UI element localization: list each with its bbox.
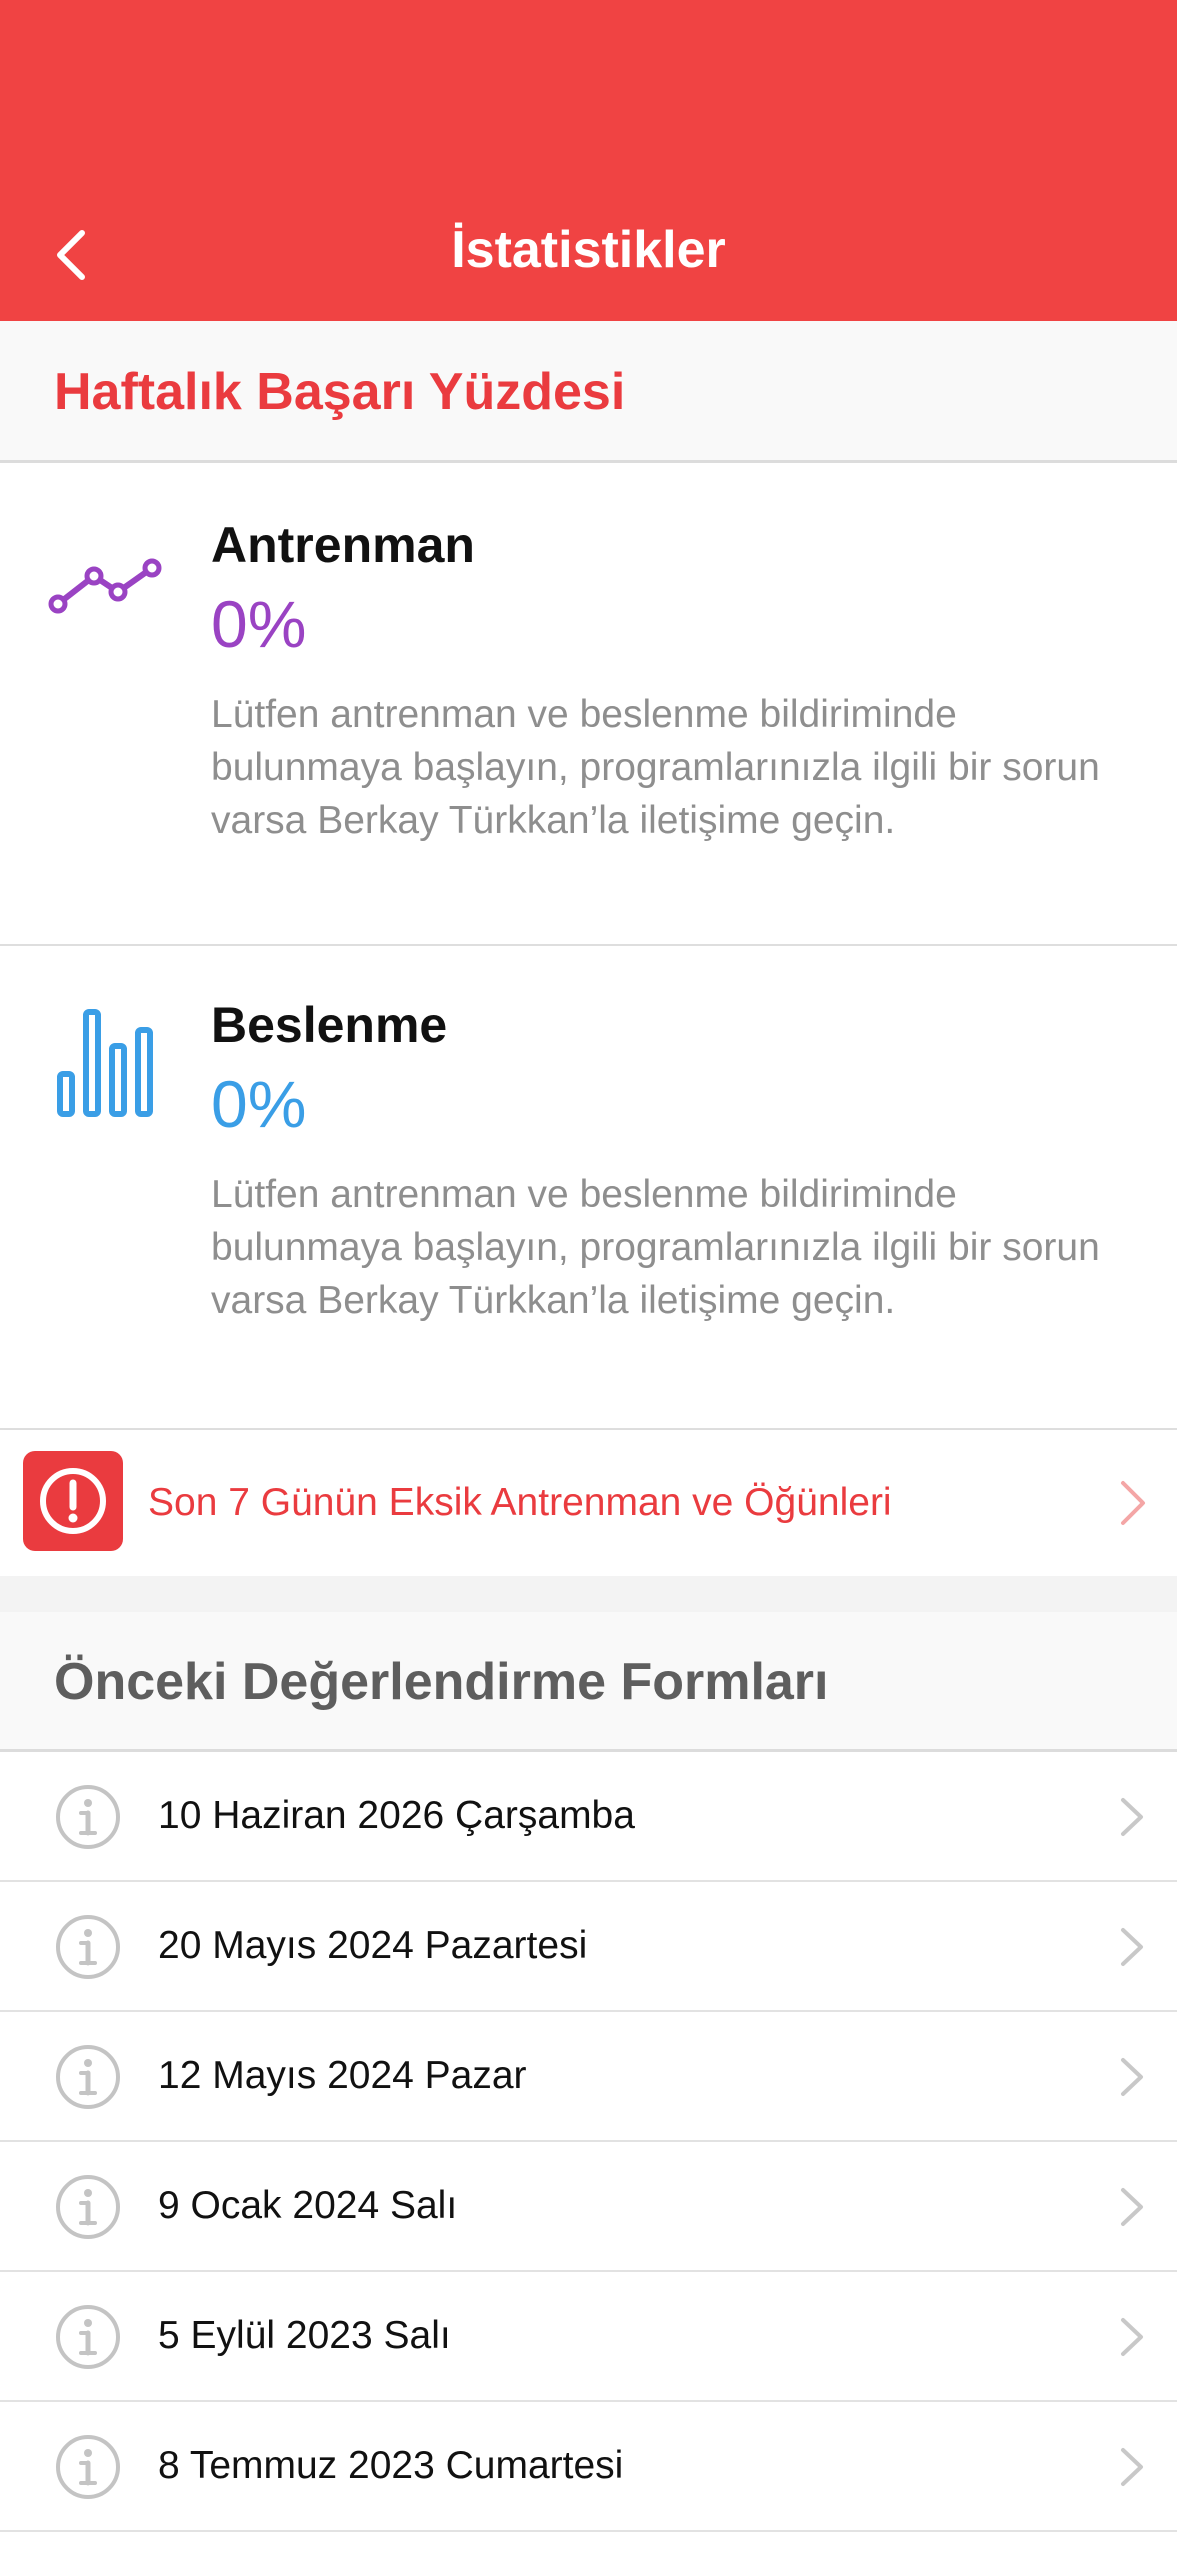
form-date: 12 Mayıs 2024 Pazar <box>158 2054 527 2097</box>
exclamation-icon <box>40 1468 106 1534</box>
chevron-right-icon <box>1121 2058 1143 2096</box>
missing-training-meals-label: Son 7 Günün Eksik Antrenman ve Öğünleri <box>148 1481 892 1524</box>
section-gap <box>0 1576 1177 1612</box>
previous-forms-header: Önceki Değerlendirme Formları <box>0 1612 1177 1752</box>
form-row[interactable]: 20 Mayıs 2024 Pazartesi <box>0 1882 1177 2012</box>
nutrition-description: Lütfen antrenman ve beslenme bildirimind… <box>211 1173 1100 1322</box>
info-icon <box>56 2045 120 2109</box>
form-row[interactable]: 12 Mayıs 2024 Pazar <box>0 2012 1177 2142</box>
alert-badge <box>23 1451 123 1551</box>
form-date: 20 Mayıs 2024 Pazartesi <box>158 1924 588 1967</box>
form-date: 9 Ocak 2024 Salı <box>158 2184 458 2227</box>
form-row[interactable]: 8 Temmuz 2023 Cumartesi <box>0 2402 1177 2532</box>
bar-chart-icon <box>57 1009 153 1117</box>
form-date: 10 Haziran 2026 Çarşamba <box>158 1794 635 1837</box>
chevron-right-icon <box>1121 2188 1143 2226</box>
form-date: 5 Eylül 2023 Salı <box>158 2314 451 2357</box>
line-chart-icon <box>48 558 162 614</box>
app-header: İstatistikler <box>0 0 1177 321</box>
info-icon <box>56 2305 120 2369</box>
nutrition-percent: 0% <box>211 1067 307 1141</box>
weekly-success-header: Haftalık Başarı Yüzdesi <box>0 321 1177 463</box>
training-description: Lütfen antrenman ve beslenme bildirimind… <box>211 693 1100 842</box>
page-title: İstatistikler <box>451 221 726 279</box>
missing-training-meals-row[interactable]: Son 7 Günün Eksik Antrenman ve Öğünleri <box>0 1430 1177 1576</box>
chevron-right-icon <box>1121 1928 1143 1966</box>
chevron-right-icon <box>1121 2448 1143 2486</box>
chevron-right-icon <box>1121 2318 1143 2356</box>
training-label: Antrenman <box>211 517 475 573</box>
form-date: 8 Temmuz 2023 Cumartesi <box>158 2444 624 2487</box>
nutrition-stat: Beslenme 0% Lütfen antrenman ve beslenme… <box>0 946 1177 1428</box>
chevron-right-icon <box>1121 1481 1145 1525</box>
nutrition-label: Beslenme <box>211 997 448 1053</box>
form-row[interactable]: 10 Haziran 2026 Çarşamba <box>0 1752 1177 1882</box>
chevron-right-icon <box>1121 1798 1143 1836</box>
info-icon <box>56 2175 120 2239</box>
info-icon <box>56 2435 120 2499</box>
info-icon <box>56 1915 120 1979</box>
info-icon <box>56 1785 120 1849</box>
previous-forms-title: Önceki Değerlendirme Formları <box>54 1653 829 1711</box>
form-row[interactable]: 9 Ocak 2024 Salı <box>0 2142 1177 2272</box>
form-row[interactable]: 5 Eylül 2023 Salı <box>0 2272 1177 2402</box>
training-percent: 0% <box>211 587 307 661</box>
training-stat: Antrenman 0% Lütfen antrenman ve beslenm… <box>0 466 1177 944</box>
weekly-success-title: Haftalık Başarı Yüzdesi <box>54 363 626 421</box>
